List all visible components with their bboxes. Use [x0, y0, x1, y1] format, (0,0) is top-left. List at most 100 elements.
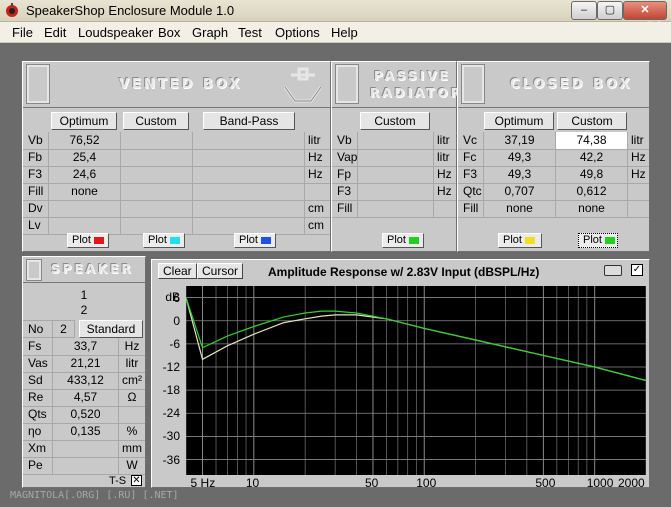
closed-row-value[interactable]: 42,2: [556, 149, 628, 167]
x-tick-label: 2000: [618, 476, 645, 490]
passive-row-value[interactable]: [358, 132, 434, 150]
closed-row-value[interactable]: 49,3: [484, 149, 556, 167]
closed-custom-button[interactable]: Custom: [557, 112, 627, 130]
speaker-row-label: Xm: [23, 440, 53, 458]
vented-row-value[interactable]: 24,6: [49, 166, 121, 184]
vented-custom-button[interactable]: Custom: [123, 112, 189, 130]
vented-row-value[interactable]: 76,52: [49, 132, 121, 150]
vented-row-value[interactable]: [193, 149, 305, 167]
closed-plot-button-2[interactable]: Plot: [578, 233, 618, 248]
x-tick-label: 50: [364, 476, 379, 490]
closed-plot-button-1[interactable]: Plot: [498, 233, 542, 248]
vented-plot-button-1[interactable]: Plot: [67, 233, 109, 248]
vented-row-value[interactable]: [121, 183, 193, 201]
speaker-row-value[interactable]: [53, 440, 119, 458]
minimize-button[interactable]: –: [571, 1, 597, 20]
speaker-row-value[interactable]: 21,21: [53, 355, 119, 373]
speaker-row-value[interactable]: 33,7: [53, 338, 119, 356]
closed-row-unit: Hz: [628, 166, 649, 184]
graph-checkbox[interactable]: ✓: [631, 264, 643, 276]
passive-row-value[interactable]: [358, 183, 434, 201]
passive-row-unit: Hz: [434, 183, 456, 201]
vented-row-unit: cm: [305, 200, 330, 218]
y-tick-label: -36: [162, 452, 180, 467]
menu-box[interactable]: Box: [158, 25, 180, 40]
speaker-row-value[interactable]: 0,135: [53, 423, 119, 441]
closed-optimum-button[interactable]: Optimum: [484, 112, 554, 130]
vented-row-value[interactable]: [121, 149, 193, 167]
vented-row-value[interactable]: none: [49, 183, 121, 201]
passive-title-line2: RADIATOR: [370, 86, 463, 100]
menu-file[interactable]: File: [12, 25, 33, 40]
menu-loudspeaker[interactable]: Loudspeaker: [78, 25, 153, 40]
closed-row-label: Fill: [458, 200, 484, 218]
passive-row-value[interactable]: [358, 149, 434, 167]
closed-row-value[interactable]: 37,19: [484, 132, 556, 150]
cursor-button[interactable]: Cursor: [197, 263, 244, 279]
vented-row-value[interactable]: [193, 166, 305, 184]
ts-label: T-S: [109, 475, 127, 487]
vented-row-value[interactable]: 25,4: [49, 149, 121, 167]
menu-help[interactable]: Help: [331, 25, 358, 40]
y-tick-label: -6: [169, 336, 180, 351]
vented-row-label: Lv: [23, 217, 49, 235]
vented-row-unit: cm: [305, 217, 330, 235]
closed-box-title: CLOSED BOX: [510, 77, 633, 92]
vented-row-label: Vb: [23, 132, 49, 150]
speaker-row-value[interactable]: [53, 457, 119, 475]
title-bar: SpeakerShop Enclosure Module 1.0 – ▢ ✕: [0, 0, 671, 22]
closed-row-value[interactable]: 0,612: [556, 183, 628, 201]
ts-checkbox[interactable]: ✕: [131, 475, 142, 486]
vented-row-value[interactable]: [193, 183, 305, 201]
closed-row-unit: Hz: [628, 149, 649, 167]
vented-row-value[interactable]: [121, 132, 193, 150]
passive-row-value[interactable]: [358, 166, 434, 184]
closed-row-value[interactable]: 49,3: [484, 166, 556, 184]
amplitude-plot[interactable]: [186, 286, 646, 475]
passive-plot-button[interactable]: Plot: [382, 233, 424, 248]
menu-graph[interactable]: Graph: [192, 25, 228, 40]
vented-row-unit: Hz: [305, 166, 330, 184]
closed-row-value[interactable]: 0,707: [484, 183, 556, 201]
closed-row-value[interactable]: 74,38: [556, 132, 628, 150]
vented-bandpass-button[interactable]: Band-Pass: [203, 112, 295, 130]
passive-row-unit: [434, 200, 456, 218]
closed-row-value[interactable]: none: [484, 200, 556, 218]
vented-plot-button-2[interactable]: Plot: [143, 233, 185, 248]
bottom-watermark: MAGNITOLA[.ORG] [.RU] [.NET]: [10, 490, 179, 501]
closed-row-unit: [628, 200, 649, 218]
vented-plot-button-3[interactable]: Plot: [234, 233, 276, 248]
speaker-row-value[interactable]: 4,57: [53, 389, 119, 407]
vented-row-value[interactable]: [121, 200, 193, 218]
speaker-standard-button[interactable]: Standard: [79, 320, 143, 338]
menu-test[interactable]: Test: [238, 25, 262, 40]
vented-box-panel: VENTED BOX Optimum Custom Band-Pass Vb 76…: [22, 61, 331, 252]
vented-row-value[interactable]: [193, 132, 305, 150]
speaker-row-unit: litr: [119, 355, 145, 373]
menu-edit[interactable]: Edit: [44, 25, 66, 40]
plot-color-swatch: [93, 236, 104, 244]
speaker-row-label: Qts: [23, 406, 53, 424]
speaker-no-value[interactable]: 2: [53, 320, 75, 338]
graph-title: Amplitude Response w/ 2.83V Input (dBSPL…: [268, 265, 540, 279]
vented-box-icon: [26, 64, 50, 104]
closed-row-value[interactable]: none: [556, 200, 628, 218]
menu-options[interactable]: Options: [275, 25, 320, 40]
vented-row-value[interactable]: [121, 166, 193, 184]
speaker-row-unit: %: [119, 423, 145, 441]
vented-row-value[interactable]: [49, 200, 121, 218]
speaker-row-value[interactable]: 0,520: [53, 406, 119, 424]
vented-optimum-button[interactable]: Optimum: [51, 112, 117, 130]
clear-button[interactable]: Clear: [158, 263, 197, 279]
passive-row-unit: litr: [434, 132, 456, 150]
vented-row-value[interactable]: [193, 200, 305, 218]
passive-radiator-header: PASSIVE RADIATOR: [332, 62, 460, 108]
speaker-row-value[interactable]: 433,12: [53, 372, 119, 390]
y-tick-label: -30: [162, 429, 180, 444]
maximize-button[interactable]: ▢: [597, 1, 623, 20]
passive-row-value[interactable]: [358, 200, 434, 218]
passive-custom-button[interactable]: Custom: [360, 112, 430, 130]
closed-row-value[interactable]: 49,8: [556, 166, 628, 184]
printer-icon[interactable]: [604, 265, 622, 276]
closed-row-label: F3: [458, 166, 484, 184]
